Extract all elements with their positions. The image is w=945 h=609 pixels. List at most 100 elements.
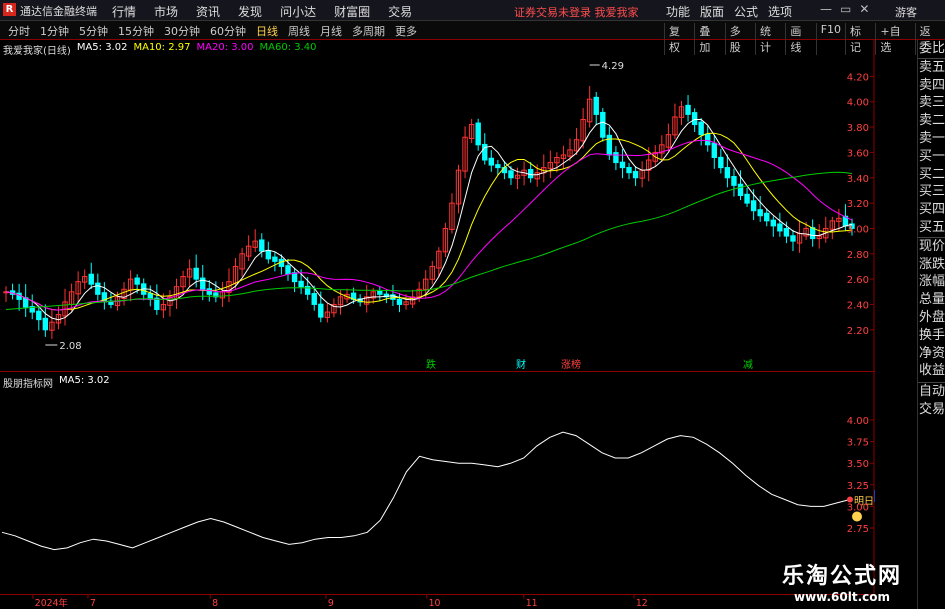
x-tick-label: 10	[429, 598, 441, 609]
indicator-ma5-legend: MA5: 3.02	[59, 375, 110, 386]
quote-field-label: 卖三	[919, 95, 945, 111]
event-marker: 跌	[426, 358, 436, 371]
candle-body	[750, 200, 757, 212]
quote-field-label: 买三	[919, 184, 945, 200]
candle-body	[265, 250, 272, 260]
quote-field-label: 买一	[919, 148, 945, 164]
candle-body	[632, 170, 639, 179]
candle-body	[193, 267, 199, 280]
current-value-box	[874, 490, 875, 503]
quote-field-label[interactable]: 自动	[918, 382, 945, 401]
candle-body	[600, 111, 606, 138]
y-tick-label: 2.20	[847, 326, 869, 337]
candle-body	[711, 142, 717, 158]
guest-label[interactable]: 游客	[895, 4, 917, 20]
y-tick-label: 2.80	[847, 250, 869, 261]
quote-field-label[interactable]: 交易	[918, 401, 945, 419]
menu-item-ask[interactable]: 问小达	[280, 3, 316, 20]
sub-y-tick-label: 4.00	[847, 416, 869, 427]
minimize-icon[interactable]: —	[820, 2, 832, 16]
candle-body	[318, 303, 324, 318]
candle-body	[291, 272, 298, 283]
menu-item-layout[interactable]: 版面	[700, 3, 724, 20]
period-tab[interactable]: 分时	[3, 23, 35, 39]
menu-item-discover[interactable]: 发现	[238, 3, 262, 20]
period-tab[interactable]: 15分钟	[113, 23, 159, 39]
main-menu: 行情 市场 资讯 发现 问小达 财富圈 交易	[112, 3, 412, 20]
close-icon[interactable]: ✕	[859, 2, 869, 16]
period-tab[interactable]: 1分钟	[35, 23, 74, 39]
candle-body	[495, 164, 501, 169]
y-tick-label: 2.40	[847, 300, 869, 311]
y-tick-label: 4.20	[847, 72, 869, 83]
menu-item-wealth[interactable]: 财富圈	[334, 3, 370, 20]
indicator-line	[1, 431, 851, 551]
candle-body	[606, 134, 613, 156]
period-tab[interactable]: 周线	[283, 23, 315, 39]
right-menu: 功能 版面 公式 选项	[666, 3, 792, 20]
menu-item-formula[interactable]: 公式	[734, 3, 758, 20]
event-marker: 涨榜	[561, 358, 581, 371]
menu-item-quotes[interactable]: 行情	[112, 3, 136, 20]
period-tabs: 分时 1分钟 5分钟 15分钟 30分钟 60分钟 日线 周线 月线 多周期 更多	[3, 23, 422, 39]
candle-body	[770, 219, 777, 227]
candle-body	[259, 239, 265, 252]
login-notice[interactable]: 证券交易未登录 我爱我家	[514, 4, 639, 20]
candle-body	[744, 193, 750, 204]
menu-item-options[interactable]: 选项	[768, 3, 792, 20]
quote-field-label: 买四	[919, 202, 945, 218]
period-tab[interactable]: 日线	[251, 23, 283, 39]
candle-body	[285, 265, 291, 275]
watermark-title: 乐淘公式网	[781, 564, 902, 589]
candle-body	[88, 273, 94, 285]
maximize-icon[interactable]: ▭	[840, 2, 851, 16]
main-chart-legend: 我爱我家(日线) MA5: 3.02 MA10: 2.97 MA20: 3.00…	[3, 42, 317, 57]
y-tick-label: 3.00	[847, 224, 869, 235]
indicator-chart[interactable]: 明日 4.003.753.503.253.002.753.1210:2410:2…	[0, 372, 875, 594]
period-tab[interactable]: 多周期	[347, 23, 390, 39]
candle-body	[36, 310, 42, 321]
candle-body	[206, 288, 213, 295]
candle-body	[508, 170, 514, 179]
toolbar-button[interactable]: +自选	[875, 23, 914, 55]
ma60-legend: MA60: 3.40	[259, 42, 317, 53]
period-tab[interactable]: 5分钟	[74, 23, 113, 39]
menu-item-news[interactable]: 资讯	[196, 3, 220, 20]
candle-body	[134, 277, 140, 285]
candle-body	[42, 317, 49, 331]
event-marker: 财	[516, 358, 526, 371]
date-axis: 2024年 7 8 9 10 11 12	[0, 594, 875, 609]
candle-body	[619, 161, 626, 169]
candle-body	[475, 122, 481, 146]
candle-body	[764, 212, 770, 222]
watermark-url: www.60lt.com	[793, 590, 891, 604]
candle-body	[731, 175, 737, 186]
menu-item-functions[interactable]: 功能	[666, 3, 690, 20]
kline-chart[interactable]: 4.20 4.00 3.80 3.60 3.40 3.20 3.00 2.80 2.60 2.40…	[0, 40, 875, 372]
candle-body	[705, 133, 711, 146]
period-tab[interactable]: 更多	[390, 23, 422, 39]
candle-body	[488, 157, 495, 166]
indicator-legend: 股朋指标网 MA5: 3.02	[3, 375, 110, 390]
menu-item-trade[interactable]: 交易	[388, 3, 412, 20]
x-tick-label: 7	[90, 598, 96, 609]
sub-y-tick-label: 3.25	[847, 481, 869, 492]
window-controls: — ▭ ✕	[820, 2, 869, 16]
period-tab[interactable]: 60分钟	[205, 23, 251, 39]
x-tick-label: 12	[636, 598, 648, 609]
y-tick-label: 3.60	[847, 148, 869, 159]
low-label: 2.08	[59, 341, 81, 352]
quote-panel: 委比 卖五 卖四 卖三 卖二 卖一 买一 买二 买三 买四 买五 现价 涨跌 涨幅 总量 外盘 换手 净资 收益 自动…	[917, 40, 945, 609]
quote-field-label: 现价	[918, 236, 945, 254]
period-tab[interactable]: 30分钟	[159, 23, 205, 39]
candle-body	[790, 235, 796, 242]
x-tick-label: 2024年	[35, 597, 68, 609]
y-tick-label: 4.00	[847, 98, 869, 109]
period-tab[interactable]: 月线	[315, 23, 347, 39]
candle-body	[698, 121, 704, 136]
candle-body	[501, 167, 508, 174]
menu-item-market[interactable]: 市场	[154, 3, 178, 20]
sub-y-tick-label: 3.50	[847, 459, 869, 470]
quote-field-label: 涨幅	[919, 274, 945, 290]
sub-y-tick-label: 3.00	[847, 502, 869, 513]
